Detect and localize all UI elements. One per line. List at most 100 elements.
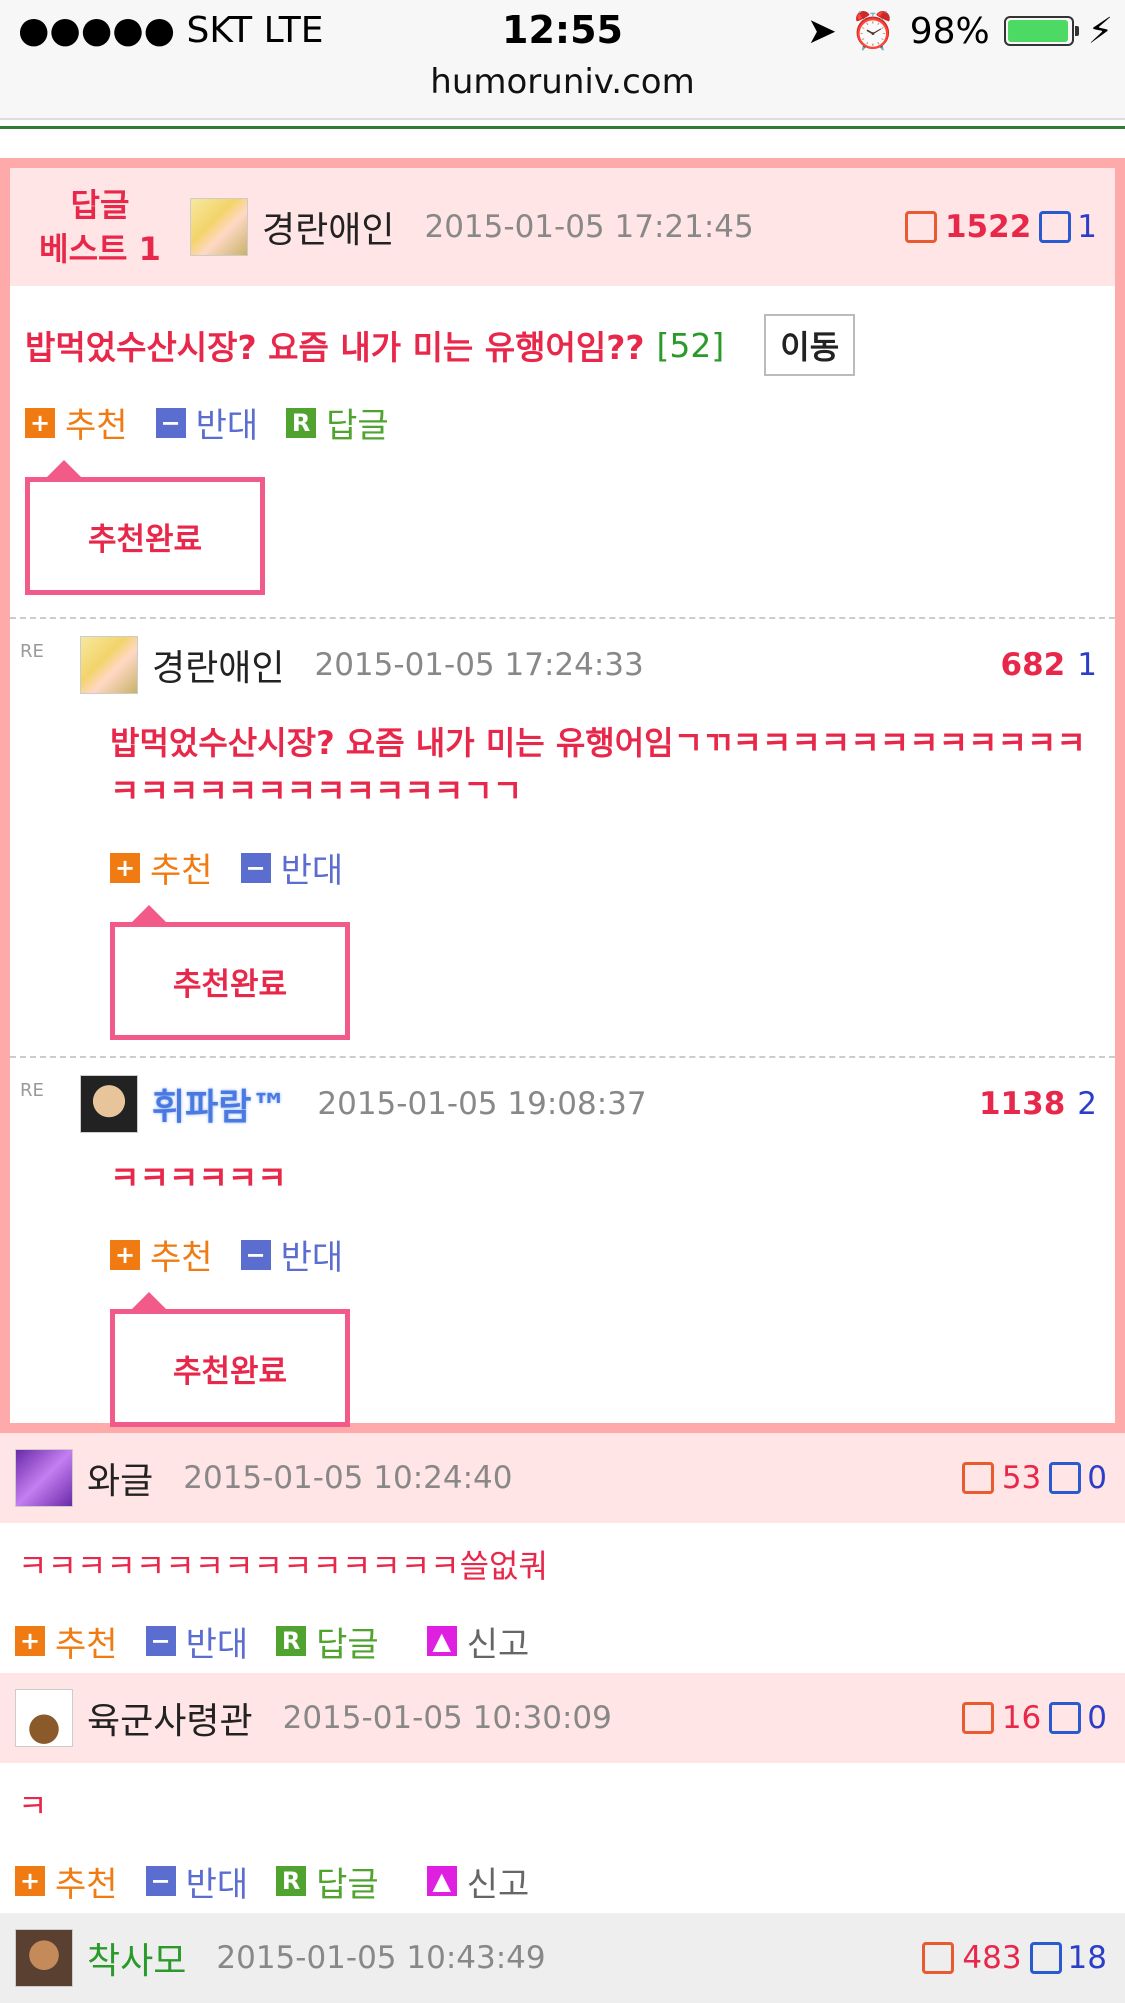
oppose-label: 반대 xyxy=(280,851,344,891)
divider xyxy=(0,126,1125,129)
battery-percent: 98% xyxy=(909,10,990,52)
vote-counts: 682 1 xyxy=(1001,647,1097,683)
reply-header: RE 휘파람™ 2015-01-05 19:08:37 1138 2 xyxy=(10,1058,1115,1150)
recommend-done-box: 추천완료 xyxy=(110,1292,350,1427)
nickname[interactable]: 휘파람™ xyxy=(152,1078,287,1130)
down-count: 1 xyxy=(1077,647,1097,683)
oppose-button[interactable]: − 반대 xyxy=(145,1857,249,1906)
comment-item: 육군사령관 2015-01-05 10:30:09 16 0 ㅋ + 추천 − 반대… xyxy=(0,1673,1125,1921)
vote-counts: 16 0 xyxy=(961,1700,1107,1736)
re-icon: RE xyxy=(20,641,44,662)
nickname[interactable]: 와글 xyxy=(87,1452,153,1504)
avatar[interactable] xyxy=(15,1449,73,1507)
recommend-label: 추천 xyxy=(65,406,128,446)
re-icon: RE xyxy=(20,1080,44,1101)
vote-counts: 53 0 xyxy=(961,1460,1107,1496)
report-label: 신고 xyxy=(466,1864,530,1905)
reply-icon: R xyxy=(276,1626,307,1656)
recommend-button[interactable]: + 추천 xyxy=(15,1857,118,1906)
reply-button[interactable]: R 답글 xyxy=(276,1617,379,1666)
reply-date: 2015-01-05 19:08:37 xyxy=(317,1086,647,1122)
oppose-label: 반대 xyxy=(185,1864,249,1905)
action-bar: + 추천 − 반대 xyxy=(110,1202,1115,1279)
recommend-button[interactable]: + 추천 xyxy=(25,398,128,447)
post-title-row: 밥먹었수산시장? 요즘 내가 미는 유행어임?? [52] 이동 xyxy=(10,286,1115,376)
down-count: 18 xyxy=(1067,1940,1107,1976)
thumb-up-icon xyxy=(904,211,937,243)
comment-date: 2015-01-05 10:24:40 xyxy=(183,1460,513,1496)
thumb-up-icon xyxy=(922,1942,955,1974)
alarm-icon: ⏰ xyxy=(850,11,896,52)
reply-item: RE 휘파람™ 2015-01-05 19:08:37 1138 2 ㅋㅋㅋㅋㅋㅋ… xyxy=(10,1056,1115,1427)
thumb-down-icon xyxy=(1039,211,1072,243)
reply-count: [52] xyxy=(656,325,725,365)
location-icon: ➤ xyxy=(806,10,837,52)
comment-date: 2015-01-05 10:30:09 xyxy=(282,1700,612,1736)
report-label: 신고 xyxy=(466,1624,530,1665)
recommend-button[interactable]: + 추천 xyxy=(110,1230,213,1279)
oppose-button[interactable]: − 반대 xyxy=(155,398,258,447)
thumb-down-icon xyxy=(1029,1942,1062,1974)
action-bar: + 추천 − 반대 R 답글 ▲ 신고 xyxy=(0,1841,1125,1921)
recommend-done-box: 추천완료 xyxy=(110,905,350,1040)
action-bar: + 추천 − 반대 xyxy=(110,815,1115,892)
best-label-line1: 답글 xyxy=(70,186,130,224)
reply-label: 답글 xyxy=(326,406,389,446)
nickname[interactable]: 착사모 xyxy=(87,1932,186,1984)
reply-label: 답글 xyxy=(316,1624,379,1665)
comment-item: 와글 2015-01-05 10:24:40 53 0 ㅋㅋㅋㅋㅋㅋㅋㅋㅋㅋㅋㅋ… xyxy=(0,1433,1125,1681)
oppose-label: 반대 xyxy=(185,1624,249,1665)
avatar[interactable] xyxy=(15,1929,73,1987)
reply-text: ㅋㅋㅋㅋㅋㅋ xyxy=(110,1159,287,1197)
siren-icon: ▲ xyxy=(426,1866,457,1896)
nickname[interactable]: 경란애인 xyxy=(152,639,284,691)
best-label-line2: 베스트 1 xyxy=(39,230,161,268)
vote-counts: 1138 2 xyxy=(979,1086,1097,1122)
plus-icon: + xyxy=(15,1626,45,1656)
reply-icon: R xyxy=(276,1866,307,1896)
up-count: 1522 xyxy=(944,209,1032,245)
up-count: 1138 xyxy=(978,1086,1066,1122)
oppose-button[interactable]: − 반대 xyxy=(240,843,344,892)
minus-icon: − xyxy=(155,407,186,438)
up-count: 682 xyxy=(1000,647,1066,683)
avatar[interactable] xyxy=(80,636,138,694)
siren-icon: ▲ xyxy=(426,1626,457,1656)
recommend-button[interactable]: + 추천 xyxy=(110,843,213,892)
nickname[interactable]: 경란애인 xyxy=(262,201,394,253)
action-bar: + 추천 − 반대 R 답글 xyxy=(10,376,1115,447)
avatar[interactable] xyxy=(190,198,248,256)
reply-item: RE 경란애인 2015-01-05 17:24:33 682 1 밥먹었수산시장… xyxy=(10,617,1115,1040)
reply-button[interactable]: R 답글 xyxy=(286,398,389,447)
report-button[interactable]: ▲ 신고 xyxy=(426,1617,530,1666)
plus-icon: + xyxy=(15,1866,45,1896)
avatar[interactable] xyxy=(15,1689,73,1747)
reply-date: 2015-01-05 17:24:33 xyxy=(314,647,644,683)
recommend-button[interactable]: + 추천 xyxy=(15,1617,118,1666)
plus-icon: + xyxy=(110,1239,140,1270)
nickname[interactable]: 육군사령관 xyxy=(87,1692,253,1744)
reply-body: 밥먹었수산시장? 요즘 내가 미는 유행어임ㄱㄲㅋㅋㅋㅋㅋㅋㅋㅋㅋㅋㅋㅋㅋㅋㅋㅋ… xyxy=(10,711,1115,1040)
down-count: 2 xyxy=(1077,1086,1097,1122)
thumb-down-icon xyxy=(1049,1702,1082,1734)
plus-icon: + xyxy=(25,407,55,438)
comment-date: 2015-01-05 10:43:49 xyxy=(216,1940,546,1976)
up-count: 16 xyxy=(1001,1700,1042,1736)
down-count: 1 xyxy=(1077,209,1097,245)
avatar[interactable] xyxy=(80,1075,138,1133)
battery-icon xyxy=(1003,16,1079,46)
best-label: 답글 베스트 1 xyxy=(10,183,190,271)
report-button[interactable]: ▲ 신고 xyxy=(426,1857,530,1906)
up-count: 483 xyxy=(962,1940,1022,1976)
oppose-button[interactable]: − 반대 xyxy=(240,1230,343,1279)
recommend-done-box: 추천완료 xyxy=(25,460,265,595)
move-button[interactable]: 이동 xyxy=(764,314,856,376)
minus-icon: − xyxy=(145,1866,176,1896)
post-title[interactable]: 밥먹었수산시장? 요즘 내가 미는 유행어임?? xyxy=(25,321,645,369)
comment-header: 육군사령관 2015-01-05 10:30:09 16 0 xyxy=(0,1673,1125,1763)
url-bar[interactable]: humoruniv.com xyxy=(0,62,1125,120)
status-bar: ●●●●● SKT LTE 12:55 ➤ ⏰ 98% ⚡ xyxy=(0,0,1125,62)
recommend-label: 추천 xyxy=(150,851,213,891)
oppose-button[interactable]: − 반대 xyxy=(145,1617,249,1666)
reply-button[interactable]: R 답글 xyxy=(276,1857,379,1906)
